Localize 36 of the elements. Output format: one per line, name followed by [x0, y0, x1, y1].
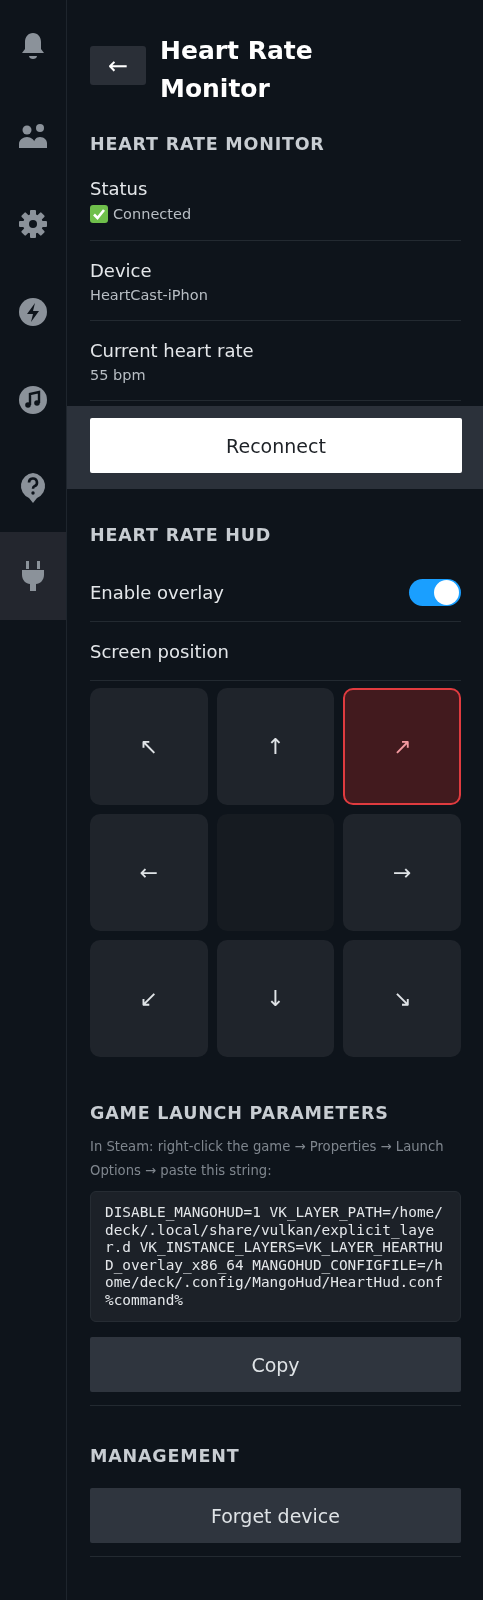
music-icon: [18, 385, 48, 415]
plug-icon: [20, 560, 46, 592]
back-button[interactable]: ←: [90, 46, 146, 85]
page-title: Heart Rate Monitor: [160, 35, 314, 105]
field-label: Device: [90, 260, 153, 281]
code-block: DISABLE_MANGOHUD=1 VK_LAYER_PATH=/home/deck/.local/share/vulkan/explicit_layer.d VK_INSTANCE_LAYERS=VK_LAYER_HEARTHUD_overlay_x86_64 MANGOHUD_CONFIGFILE=/home/deck/.config/MangoHud/HeartHud.conf %command%: [90, 1191, 461, 1322]
field-label: Current heart rate: [90, 340, 255, 361]
field-value: HeartCast-iPhon: [90, 287, 208, 303]
field-label: Screen position: [90, 640, 229, 662]
help-icon: [19, 472, 47, 504]
overlay-toggle[interactable]: [409, 578, 461, 606]
settings-icon: [18, 209, 48, 239]
section-heading: HEART RATE MONITOR: [90, 134, 326, 154]
field-label: Status: [90, 178, 149, 199]
position-tile[interactable]: ↙: [90, 940, 208, 1057]
position-tile[interactable]: ↖: [90, 688, 208, 805]
toggle-label: Enable overlay: [90, 581, 224, 603]
position-tile[interactable]: ↑: [216, 688, 335, 805]
field-value: 55 bpm: [90, 367, 146, 383]
position-tile[interactable]: ↗: [343, 688, 461, 805]
reconnect-button[interactable]: Reconnect: [90, 418, 462, 473]
copy-button[interactable]: Copy: [90, 1337, 461, 1392]
section-heading: HEART RATE HUD: [90, 525, 273, 545]
forget-button[interactable]: Forget device: [90, 1488, 461, 1543]
field-value: Connected: [113, 206, 192, 222]
section-heading: MANAGEMENT: [90, 1446, 241, 1466]
bell-icon: [19, 31, 47, 61]
position-tile[interactable]: ↘: [343, 940, 461, 1057]
people-icon: [17, 123, 49, 149]
sidebar-item[interactable]: [0, 532, 66, 620]
position-tile[interactable]: →: [343, 814, 461, 931]
section-heading: GAME LAUNCH PARAMETERS: [90, 1103, 390, 1123]
position-tile[interactable]: ↓: [216, 940, 335, 1057]
lightning-icon: [18, 297, 48, 327]
position-tile[interactable]: ←: [90, 814, 208, 931]
hint-text: In Steam: right-click the game → Properties → Launch Options → paste this string:: [90, 1138, 445, 1180]
